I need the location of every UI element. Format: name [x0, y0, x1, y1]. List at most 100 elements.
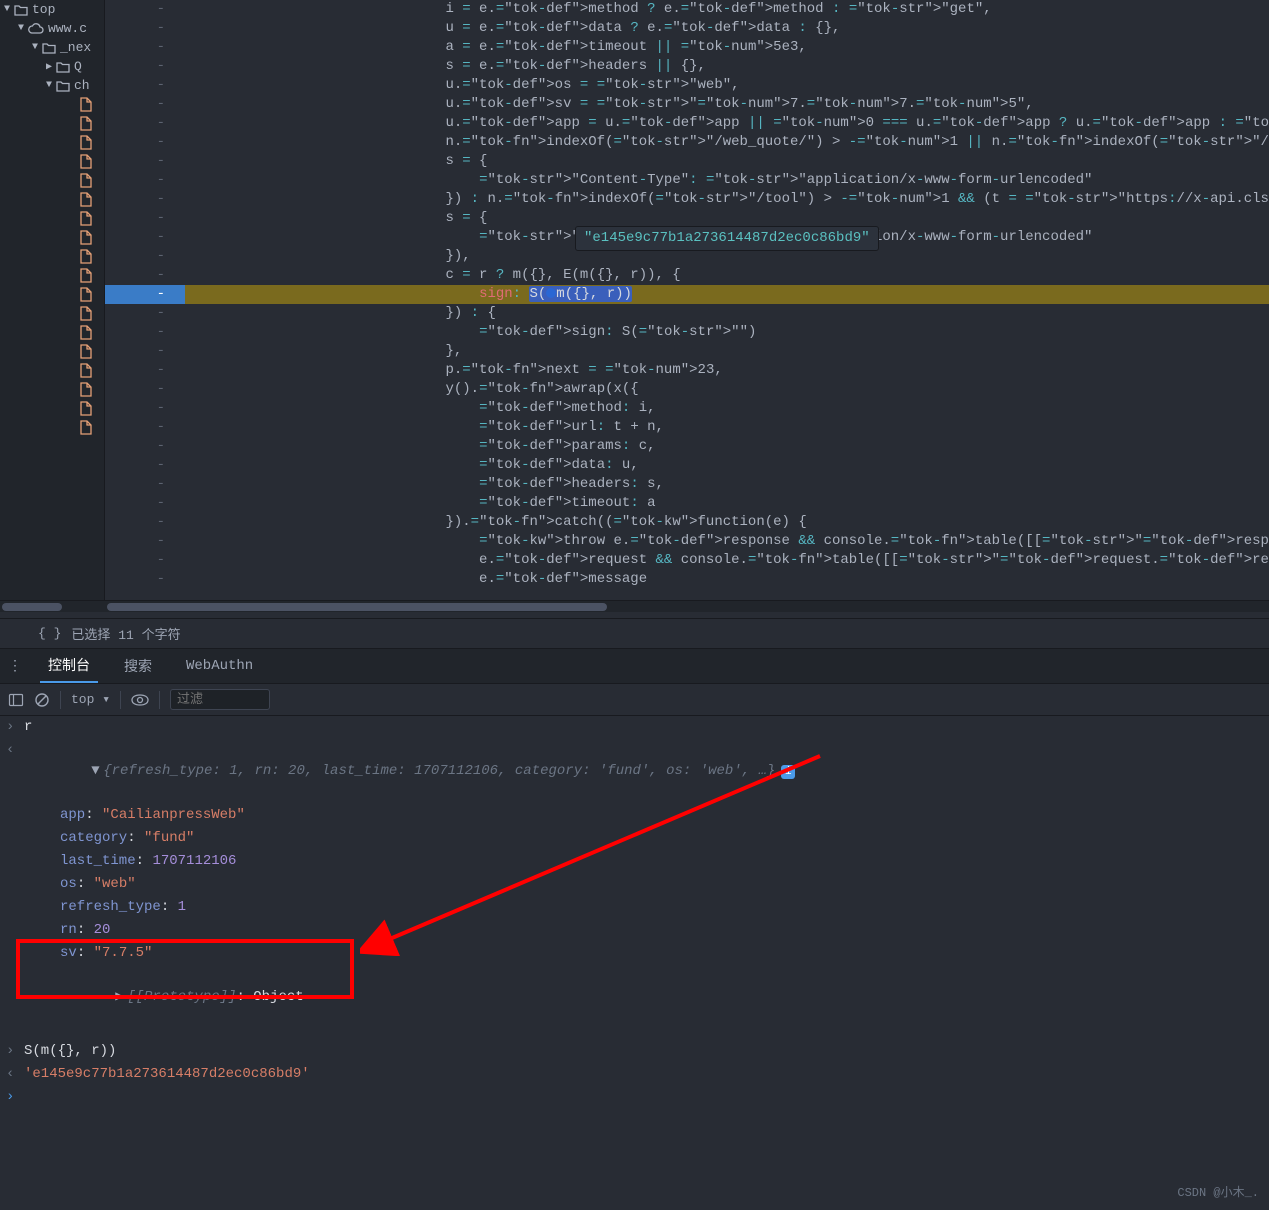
- tree-file-item[interactable]: [72, 342, 104, 361]
- file-icon: [80, 420, 92, 435]
- caret-icon: ▼: [46, 80, 56, 91]
- tree-file-item[interactable]: [72, 114, 104, 133]
- info-badge-icon[interactable]: i: [781, 765, 795, 779]
- prototype-value[interactable]: Object: [253, 989, 303, 1005]
- tree-file-item[interactable]: [72, 152, 104, 171]
- expand-caret-icon[interactable]: ▼: [91, 761, 103, 782]
- tree-file-item[interactable]: [72, 247, 104, 266]
- console-result: 'e145e9c77b1a273614487d2ec0c86bd9': [24, 1066, 310, 1082]
- tree-file-item[interactable]: [72, 380, 104, 399]
- selection-status: 已选择 11 个字符: [71, 624, 180, 643]
- tree-file-item[interactable]: [72, 304, 104, 323]
- code-line: - }).="tok-fn">catch((="tok-kw">function…: [105, 513, 1269, 532]
- tab-console[interactable]: 控制台: [40, 649, 98, 683]
- code-line: - n.="tok-fn">indexOf(="tok-str">"/web_q…: [105, 133, 1269, 152]
- gutter: -: [105, 228, 185, 247]
- tree-item[interactable]: ▼www.c: [0, 19, 104, 38]
- gutter: -: [105, 171, 185, 190]
- file-icon: [80, 382, 92, 397]
- code-line: - ="tok-def">url: t + n,: [105, 418, 1269, 437]
- gutter: -: [105, 380, 185, 399]
- tree-file-item[interactable]: [72, 209, 104, 228]
- tree-file-item[interactable]: [72, 418, 104, 437]
- tree-file-item[interactable]: [72, 171, 104, 190]
- line-content: s = e.="tok-def">headers || {},: [185, 57, 1269, 76]
- code-line: - s = {: [105, 152, 1269, 171]
- gutter: -: [105, 456, 185, 475]
- object-property: os: "web": [0, 873, 1269, 896]
- console-filter-input[interactable]: [170, 689, 270, 710]
- caret-icon: ▼: [4, 4, 14, 15]
- tree-file-item[interactable]: [72, 266, 104, 285]
- tree-file-item[interactable]: [72, 399, 104, 418]
- console-sidebar-toggle-icon[interactable]: [8, 692, 24, 708]
- object-summary[interactable]: {refresh_type: 1, rn: 20, last_time: 170…: [103, 763, 775, 779]
- file-icon: [80, 135, 92, 150]
- file-icon: [80, 211, 92, 226]
- code-line: - u.="tok-def">app = u.="tok-def">app ||…: [105, 114, 1269, 133]
- line-content: sign: S(m({}, r)): [185, 285, 1269, 304]
- gutter: -: [105, 114, 185, 133]
- tree-item[interactable]: ▼ch: [0, 76, 104, 95]
- context-selector[interactable]: top ▾: [71, 692, 110, 707]
- file-icon: [80, 116, 92, 131]
- console-input-chevron-icon[interactable]: ›: [6, 1087, 24, 1108]
- file-icon: [80, 325, 92, 340]
- more-tools-icon[interactable]: ⋮: [8, 658, 22, 675]
- line-content: u.="tok-def">app = u.="tok-def">app || =…: [185, 114, 1269, 133]
- tree-file-item[interactable]: [72, 228, 104, 247]
- code-line: - e.="tok-def">message: [105, 570, 1269, 589]
- gutter: -: [105, 133, 185, 152]
- tree-item[interactable]: ▼_nex: [0, 38, 104, 57]
- live-expression-icon[interactable]: [131, 694, 149, 706]
- caret-icon: ▼: [32, 42, 42, 53]
- tab-search[interactable]: 搜索: [116, 650, 160, 682]
- tree-file-item[interactable]: [72, 285, 104, 304]
- file-icon: [80, 249, 92, 264]
- file-icon: [80, 230, 92, 245]
- code-line: - y().="tok-fn">awrap(x({: [105, 380, 1269, 399]
- tab-webauthn[interactable]: WebAuthn: [178, 652, 261, 680]
- line-content: u = e.="tok-def">data ? e.="tok-def">dat…: [185, 19, 1269, 38]
- tree-file-item[interactable]: [72, 361, 104, 380]
- line-content: e.="tok-def">request && console.="tok-fn…: [185, 551, 1269, 570]
- pretty-print-icon[interactable]: { }: [38, 626, 61, 641]
- file-icon: [80, 344, 92, 359]
- cloud-icon: [28, 23, 44, 35]
- code-line: - p.="tok-fn">next = ="tok-num">23,: [105, 361, 1269, 380]
- code-line: - ="tok-str">"Content-Type": ="tok-str">…: [105, 171, 1269, 190]
- clear-console-icon[interactable]: [34, 692, 50, 708]
- code-line: - },: [105, 342, 1269, 361]
- line-content: u.="tok-def">sv = ="tok-str">"="tok-num"…: [185, 95, 1269, 114]
- file-tree-sidebar: ▼top▼www.c▼_nex▶Q▼ch: [0, 0, 105, 600]
- caret-icon: ▼: [18, 23, 28, 34]
- editor-hscroll[interactable]: [105, 600, 1269, 612]
- object-property: app: "CailianpressWeb": [0, 804, 1269, 827]
- gutter: -: [105, 304, 185, 323]
- tree-file-item[interactable]: [72, 133, 104, 152]
- code-line: - ="tok-def">headers: s,: [105, 475, 1269, 494]
- code-line[interactable]: - sign: S(m({}, r)): [105, 285, 1269, 304]
- gutter: -: [105, 513, 185, 532]
- gutter: -: [105, 361, 185, 380]
- line-content: ="tok-def">sign: S(="tok-str">""): [185, 323, 1269, 342]
- line-content: p.="tok-fn">next = ="tok-num">23,: [185, 361, 1269, 380]
- gutter: -: [105, 190, 185, 209]
- console-input-line[interactable]: S(m({}, r)): [24, 1041, 1263, 1062]
- code-line: - ="tok-def">data: u,: [105, 456, 1269, 475]
- code-line: - s = e.="tok-def">headers || {},: [105, 57, 1269, 76]
- tree-item[interactable]: ▼top: [0, 0, 104, 19]
- tree-file-item[interactable]: [72, 323, 104, 342]
- tree-label: Q: [74, 59, 82, 74]
- folder-icon: [56, 80, 70, 92]
- expand-caret-icon[interactable]: ▶: [115, 987, 127, 1008]
- tree-item[interactable]: ▶Q: [0, 57, 104, 76]
- tree-file-item[interactable]: [72, 95, 104, 114]
- code-line: - a = e.="tok-def">timeout || ="tok-num"…: [105, 38, 1269, 57]
- line-content: }) : n.="tok-fn">indexOf(="tok-str">"/to…: [185, 190, 1269, 209]
- line-content: ="tok-def">method: i,: [185, 399, 1269, 418]
- sidebar-hscroll[interactable]: [0, 600, 105, 612]
- code-line: - ="tok-kw">throw e.="tok-def">response …: [105, 532, 1269, 551]
- tree-file-item[interactable]: [72, 190, 104, 209]
- console-input-line[interactable]: r: [24, 717, 1263, 738]
